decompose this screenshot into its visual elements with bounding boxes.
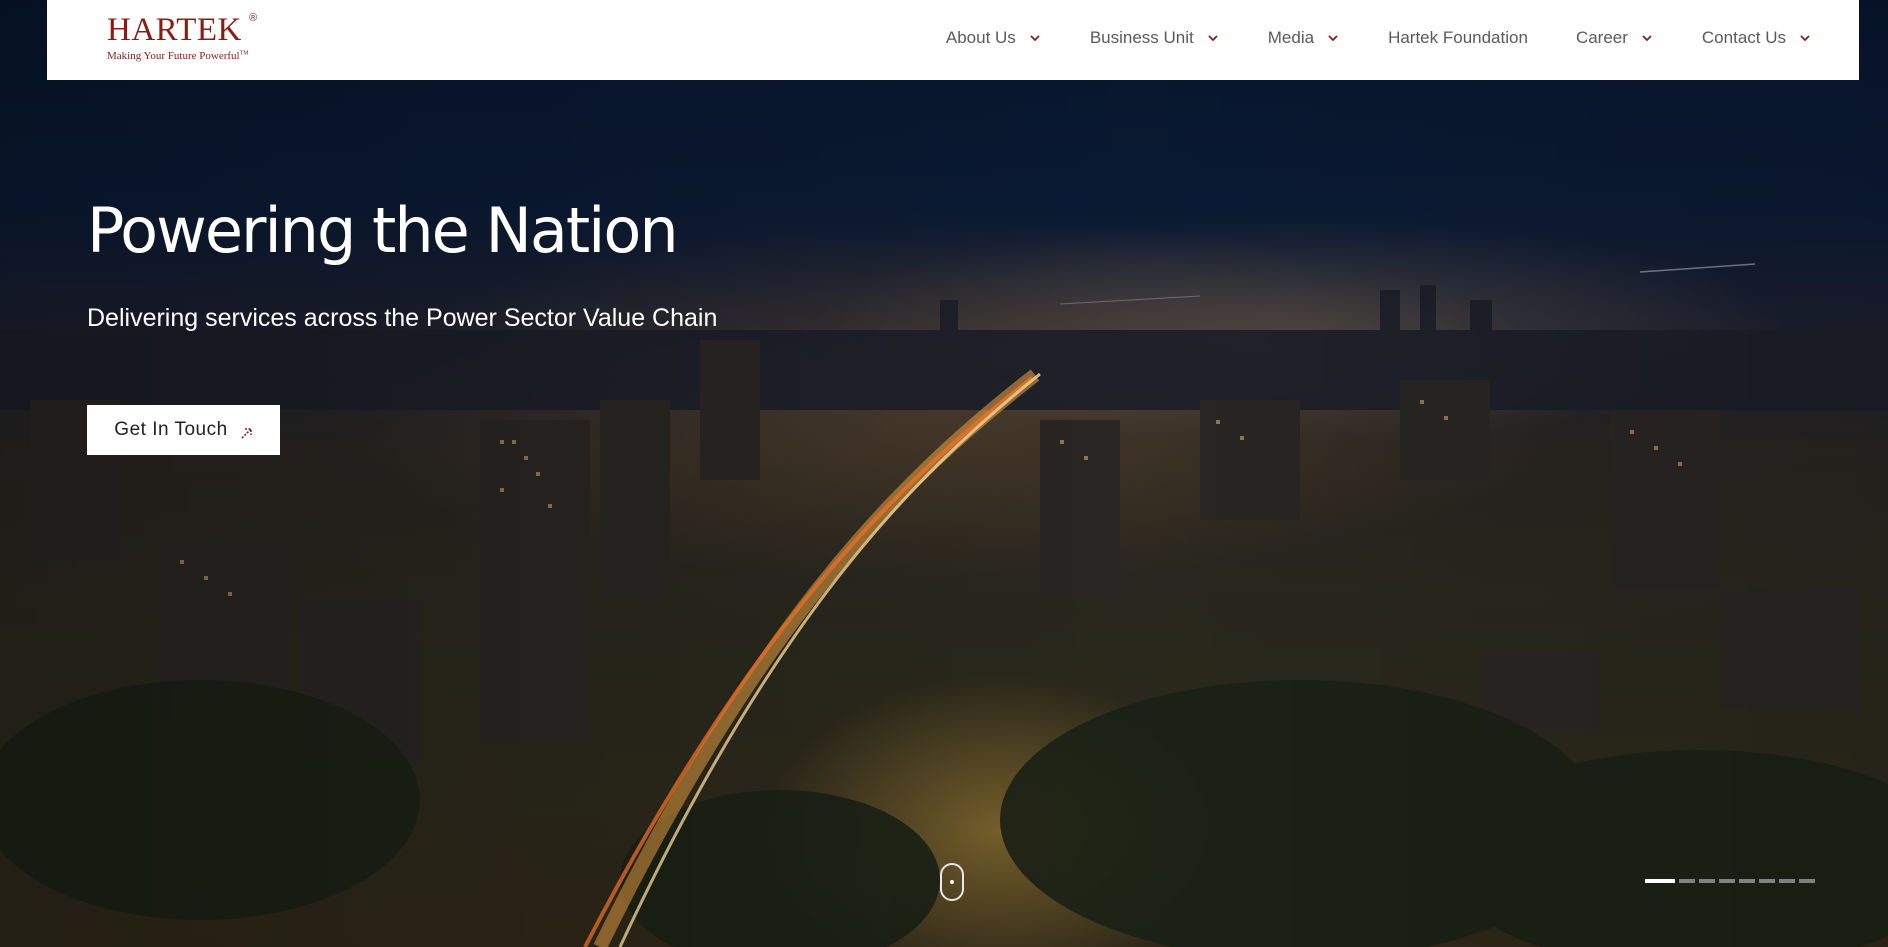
- get-in-touch-button[interactable]: Get In Touch: [87, 405, 280, 455]
- slider-dot-3[interactable]: [1699, 879, 1715, 883]
- scroll-wheel-dot: [950, 880, 954, 884]
- arrow-up-right-icon: [240, 424, 253, 439]
- main-nav: About Us Business Unit Media Hartek Foun…: [898, 0, 1812, 76]
- nav-label-business-unit: Business Unit: [1089, 28, 1194, 47]
- slider-dot-5[interactable]: [1739, 879, 1755, 883]
- nav-label-career: Career: [1575, 28, 1628, 47]
- chevron-down-icon: [1028, 31, 1042, 45]
- mouse-scroll-icon[interactable]: [940, 863, 964, 901]
- slider-dot-8[interactable]: [1799, 879, 1815, 883]
- nav-item-contact-us[interactable]: Contact Us: [1702, 28, 1812, 48]
- slider-dot-1[interactable]: [1645, 879, 1675, 883]
- get-in-touch-label: Get In Touch: [114, 419, 228, 440]
- chevron-down-icon: [1206, 31, 1220, 45]
- hero-subtitle: Delivering services across the Power Sec…: [87, 304, 718, 332]
- hartek-logo[interactable]: HARTEK ® Making Your Future PowerfulTM: [107, 12, 267, 66]
- site-header: HARTEK ® Making Your Future PowerfulTM A…: [47, 0, 1859, 80]
- nav-label-contact-us: Contact Us: [1701, 28, 1786, 47]
- nav-item-hartek-foundation[interactable]: Hartek Foundation: [1388, 28, 1528, 48]
- chevron-down-icon: [1640, 31, 1654, 45]
- slider-dot-4[interactable]: [1719, 879, 1735, 883]
- hero-title: Powering the Nation: [87, 194, 679, 267]
- chevron-down-icon: [1798, 31, 1812, 45]
- chevron-down-icon: [1326, 31, 1340, 45]
- nav-item-media[interactable]: Media: [1268, 28, 1340, 48]
- logo-tagline: Making Your Future PowerfulTM: [107, 50, 267, 62]
- hero-background-image: [0, 0, 1888, 947]
- nav-item-business-unit[interactable]: Business Unit: [1090, 28, 1220, 48]
- registered-mark: ®: [249, 12, 258, 24]
- page: HARTEK ® Making Your Future PowerfulTM A…: [0, 0, 1888, 947]
- trademark-mark: TM: [239, 50, 249, 57]
- slider-pagination: [1645, 879, 1815, 883]
- nav-label-media: Media: [1267, 28, 1315, 47]
- slider-dot-6[interactable]: [1759, 879, 1775, 883]
- nav-item-about-us[interactable]: About Us: [946, 28, 1042, 48]
- slider-dot-7[interactable]: [1779, 879, 1795, 883]
- logo-wordmark: HARTEK: [107, 12, 242, 48]
- nav-label-about-us: About Us: [945, 28, 1016, 47]
- nav-label-hartek-foundation: Hartek Foundation: [1388, 28, 1528, 47]
- slider-dot-2[interactable]: [1679, 879, 1695, 883]
- nav-item-career[interactable]: Career: [1576, 28, 1654, 48]
- logo-tagline-text: Making Your Future Powerful: [107, 50, 240, 62]
